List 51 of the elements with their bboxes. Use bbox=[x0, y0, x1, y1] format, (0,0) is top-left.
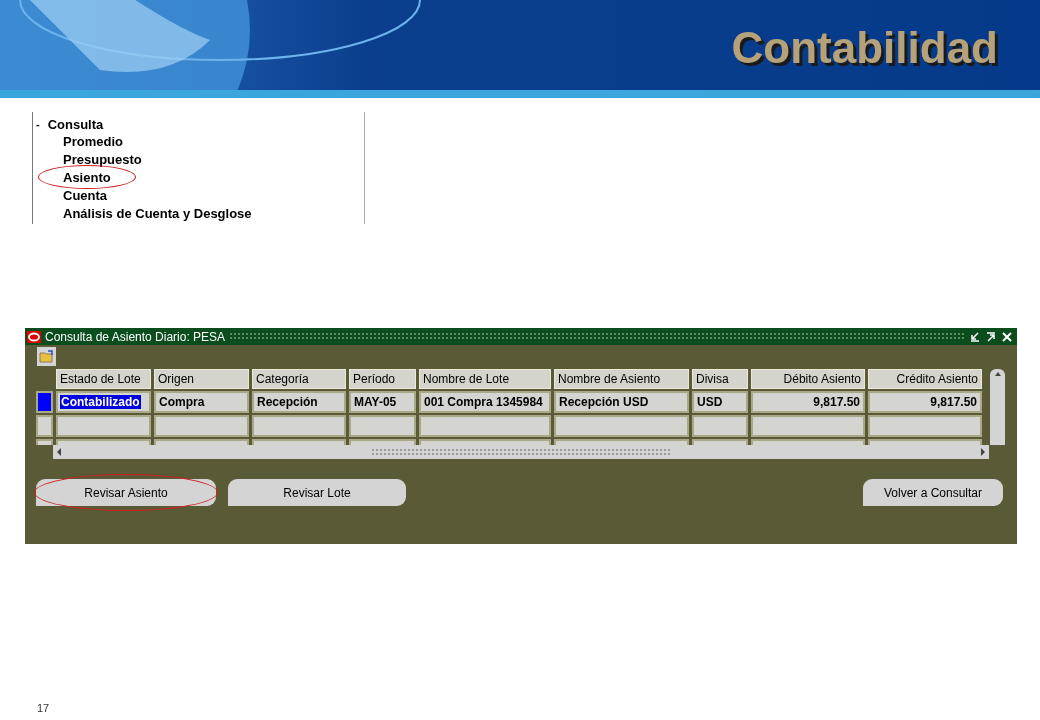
app-logo-icon bbox=[27, 330, 41, 343]
record-indicator[interactable] bbox=[36, 415, 53, 437]
column-header: Estado de Lote bbox=[56, 369, 151, 389]
table-cell[interactable]: Compra bbox=[154, 391, 249, 413]
table-cell[interactable] bbox=[349, 415, 416, 437]
tree-item[interactable]: Presupuesto bbox=[63, 152, 142, 167]
close-icon[interactable] bbox=[1001, 330, 1013, 343]
open-folder-button[interactable] bbox=[37, 347, 56, 366]
action-button[interactable]: Volver a Consultar bbox=[863, 479, 1003, 506]
column-header: Nombre de Asiento bbox=[554, 369, 689, 389]
column-header: Divisa bbox=[692, 369, 748, 389]
table-cell[interactable]: 9,817.50 bbox=[751, 391, 865, 413]
tree-item[interactable]: Asiento bbox=[63, 170, 111, 185]
table-cell[interactable] bbox=[692, 415, 748, 437]
table-cell[interactable] bbox=[419, 415, 551, 437]
table-cell[interactable]: Contabilizado bbox=[56, 391, 151, 413]
table-cell[interactable]: MAY-05 bbox=[349, 391, 416, 413]
page-number: 17 bbox=[37, 702, 50, 714]
tree-item[interactable]: Cuenta bbox=[63, 188, 108, 203]
record-indicator[interactable] bbox=[36, 391, 53, 413]
scroll-left-arrow-icon[interactable] bbox=[55, 447, 63, 457]
tree-item[interactable]: Consulta bbox=[47, 116, 104, 132]
table-cell[interactable] bbox=[252, 415, 346, 437]
vertical-scrollbar[interactable] bbox=[990, 369, 1005, 445]
slide-title: Contabilidad bbox=[731, 22, 998, 73]
scroll-right-arrow-icon[interactable] bbox=[979, 447, 987, 457]
column-header: Crédito Asiento bbox=[868, 369, 982, 389]
table-cell[interactable]: Recepción bbox=[252, 391, 346, 413]
tree-item[interactable]: Promedio bbox=[63, 134, 123, 149]
horizontal-scrollbar[interactable] bbox=[53, 445, 989, 459]
table-cell[interactable] bbox=[751, 415, 865, 437]
table-cell[interactable] bbox=[868, 415, 982, 437]
table-cell[interactable]: USD bbox=[692, 391, 748, 413]
column-header: Categoría bbox=[252, 369, 346, 389]
column-header: Nombre de Lote bbox=[419, 369, 551, 389]
table-cell[interactable]: 001 Compra 1345984 bbox=[419, 391, 551, 413]
table-cell[interactable] bbox=[554, 415, 689, 437]
minimize-icon[interactable] bbox=[969, 330, 981, 343]
maximize-icon[interactable] bbox=[985, 330, 997, 343]
column-header: Período bbox=[349, 369, 416, 389]
tree-item[interactable]: Análisis de Cuenta y Desglose bbox=[63, 206, 252, 221]
table-cell[interactable]: Recepción USD bbox=[554, 391, 689, 413]
column-header: Débito Asiento bbox=[751, 369, 865, 389]
table-cell[interactable] bbox=[154, 415, 249, 437]
tree-toggle[interactable]: - bbox=[36, 118, 40, 130]
column-header: Origen bbox=[154, 369, 249, 389]
table-cell[interactable]: 9,817.50 bbox=[868, 391, 982, 413]
action-button[interactable]: Revisar Asiento bbox=[36, 479, 216, 506]
action-button[interactable]: Revisar Lote bbox=[228, 479, 406, 506]
window-title: Consulta de Asiento Diario: PESA bbox=[45, 329, 226, 344]
table-cell[interactable] bbox=[56, 415, 151, 437]
